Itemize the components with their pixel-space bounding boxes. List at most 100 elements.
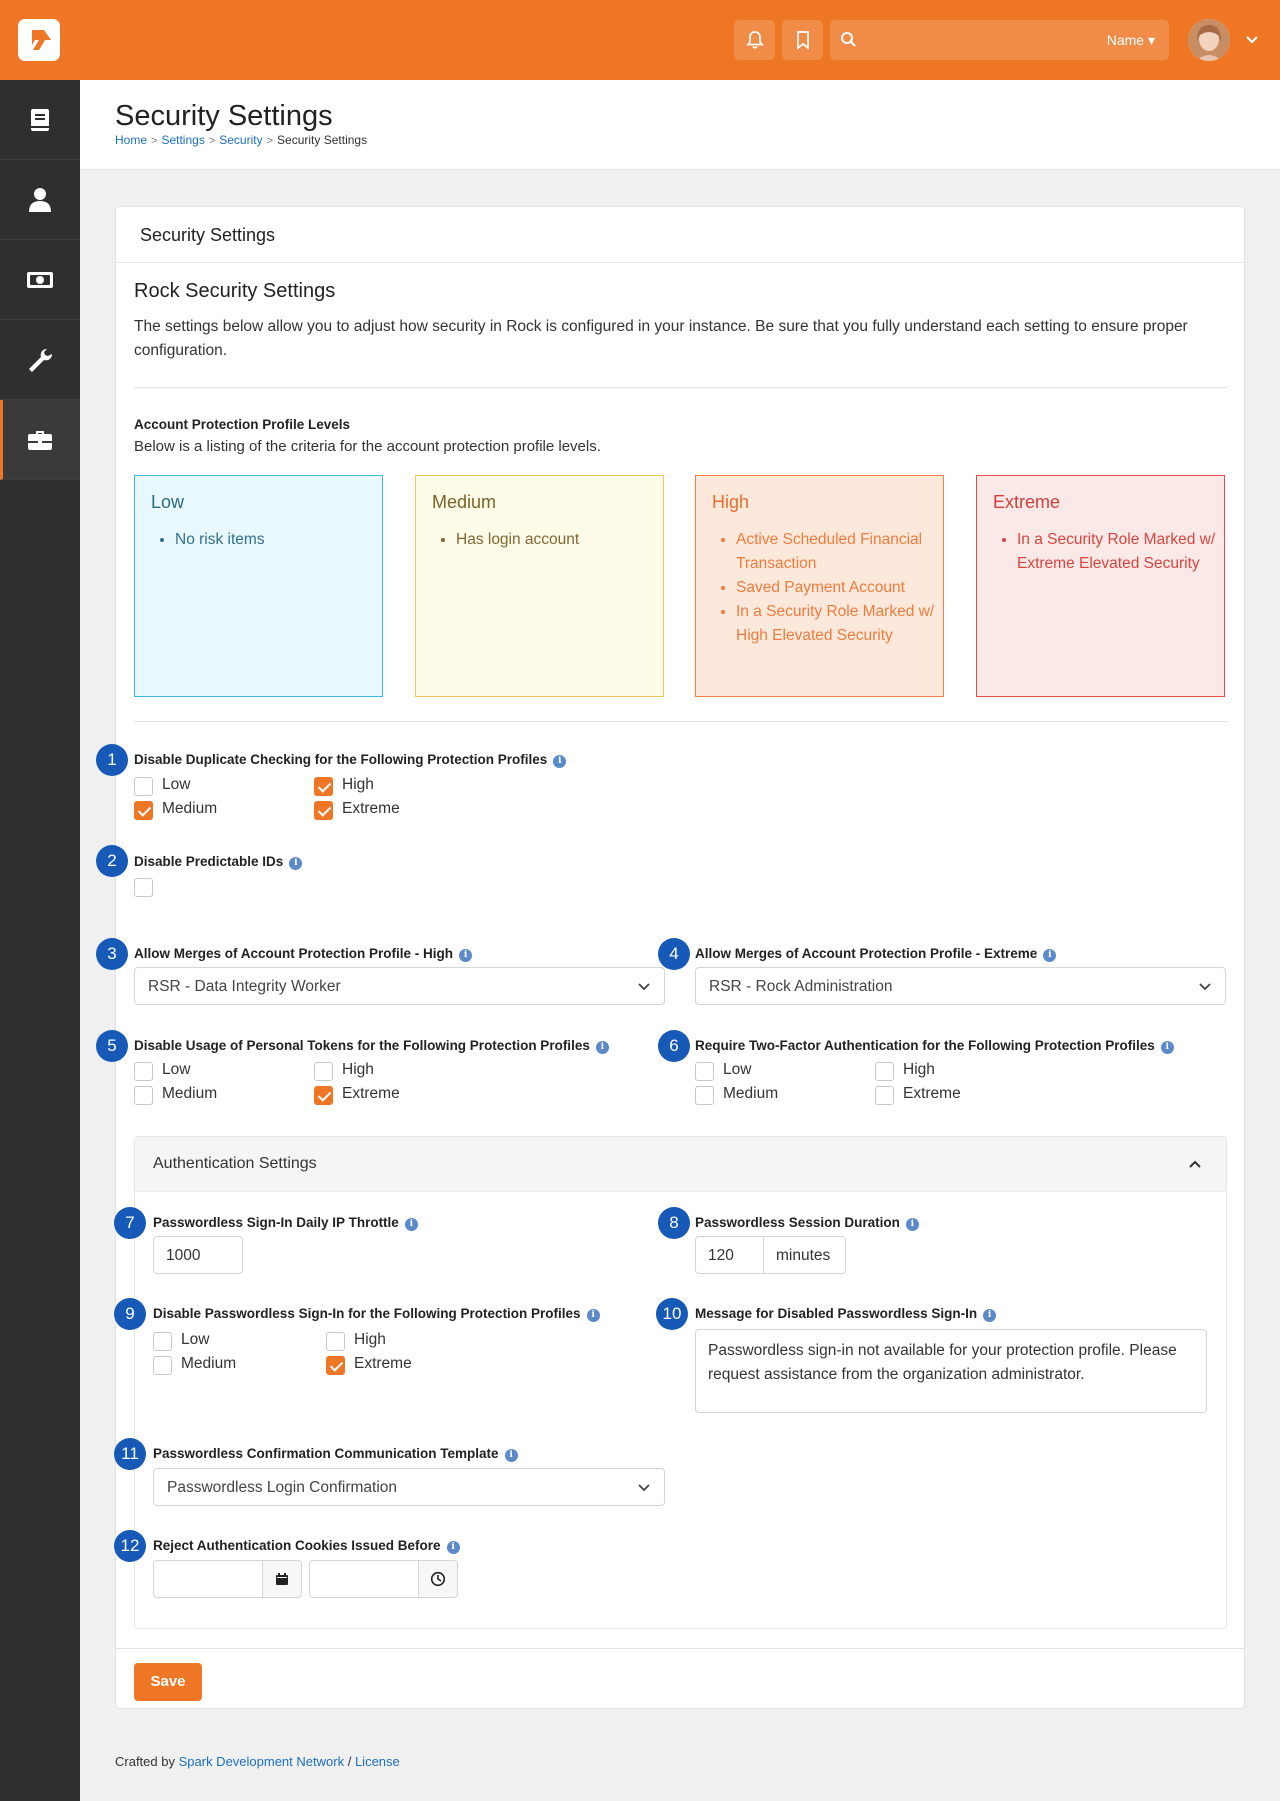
ip-throttle-label: Passwordless Sign-In Daily IP Throttle i (153, 1215, 418, 1231)
checkbox-box[interactable] (875, 1062, 894, 1081)
money-icon (27, 272, 53, 288)
info-icon[interactable]: i (905, 1218, 919, 1231)
tokens-label: Disable Usage of Personal Tokens for the… (134, 1038, 609, 1054)
tokens-label-text: Disable Usage of Personal Tokens for the… (134, 1038, 590, 1053)
checkbox-box[interactable] (314, 801, 333, 820)
checkbox-box[interactable] (326, 1356, 345, 1375)
time-picker-button[interactable] (418, 1560, 458, 1598)
profile-card-low: Low No risk items (134, 475, 383, 697)
two-factor-label: Require Two-Factor Authentication for th… (695, 1038, 1174, 1054)
merge-extreme-select[interactable]: RSR - Rock Administration (695, 967, 1226, 1005)
profile-title-extreme: Extreme (993, 492, 1061, 512)
info-icon[interactable]: i (586, 1309, 600, 1322)
save-button[interactable]: Save (134, 1663, 202, 1701)
authentication-settings-header[interactable]: Authentication Settings (135, 1137, 1226, 1192)
checkbox-box[interactable] (314, 1062, 333, 1081)
page-header: Security Settings Home > Settings > Security… (80, 80, 1280, 170)
sidebar-item-tools[interactable] (0, 320, 80, 400)
sidebar-item-people[interactable] (0, 160, 80, 240)
book-icon (31, 109, 49, 131)
profile-card-medium: Medium Has login account (415, 475, 664, 697)
checkbox-box[interactable] (695, 1086, 714, 1105)
confirmation-template-select[interactable]: Passwordless Login Confirmation (153, 1468, 665, 1506)
session-duration-label: Passwordless Session Duration i (695, 1215, 919, 1231)
bookmarks-button[interactable] (782, 20, 823, 60)
list-item: In a Security Role Marked w/ Extreme Ele… (1017, 528, 1224, 576)
predictable-ids-label: Disable Predictable IDs i (134, 854, 303, 870)
checkbox-box[interactable] (134, 777, 153, 796)
checkbox-box[interactable] (134, 801, 153, 820)
authentication-settings-title: Authentication Settings (153, 1155, 317, 1172)
select-value: RSR - Data Integrity Worker (148, 978, 341, 995)
sidebar-item-content[interactable] (0, 80, 80, 160)
breadcrumb-settings[interactable]: Settings (161, 133, 204, 147)
checkbox-box[interactable] (153, 1356, 172, 1375)
chevron-down-icon[interactable] (1244, 32, 1260, 48)
select-value: RSR - Rock Administration (709, 978, 893, 995)
checkbox-box[interactable] (153, 1332, 172, 1351)
footer: Crafted by Spark Development Network / L… (115, 1754, 400, 1769)
checkbox-label: Medium (723, 1085, 779, 1102)
checkbox-box[interactable] (875, 1086, 894, 1105)
profile-card-extreme: Extreme In a Security Role Marked w/ Ext… (976, 475, 1225, 697)
info-icon[interactable]: i (595, 1041, 609, 1054)
checkbox-box[interactable] (134, 878, 153, 897)
avatar[interactable] (1188, 19, 1230, 61)
checkbox-box[interactable] (134, 1062, 153, 1081)
merge-high-select[interactable]: RSR - Data Integrity Worker (134, 967, 665, 1005)
checkbox-box[interactable] (314, 1086, 333, 1105)
wrench-icon (29, 348, 53, 372)
callout-badge-1: 1 (96, 744, 128, 776)
merge-extreme-label: Allow Merges of Account Protection Profi… (695, 946, 1057, 962)
checkbox-label: Extreme (354, 1355, 412, 1372)
session-duration-input[interactable]: 120 (695, 1236, 764, 1274)
info-icon[interactable]: i (1043, 949, 1057, 962)
search-input[interactable] (868, 26, 1068, 54)
footer-org-link[interactable]: Spark Development Network (179, 1754, 344, 1769)
dup-check-label: Disable Duplicate Checking for the Follo… (134, 752, 567, 768)
two-factor-label-text: Require Two-Factor Authentication for th… (695, 1038, 1155, 1053)
info-icon[interactable]: i (459, 949, 473, 962)
breadcrumb-security[interactable]: Security (219, 133, 262, 147)
checkbox-box[interactable] (314, 777, 333, 796)
checkbox-label: Extreme (342, 1085, 400, 1102)
top-bar: Name ▾ (0, 0, 1280, 80)
info-icon[interactable]: i (553, 755, 567, 768)
profile-card-high: High Active Scheduled Financial Transact… (695, 475, 944, 697)
callout-badge-11: 11 (114, 1438, 146, 1470)
info-icon[interactable]: i (446, 1541, 460, 1554)
footer-license-link[interactable]: License (355, 1754, 400, 1769)
breadcrumb-home[interactable]: Home (115, 133, 147, 147)
notifications-button[interactable] (734, 20, 775, 60)
reject-cookies-date-input[interactable] (153, 1560, 263, 1598)
page-title: Security Settings (115, 100, 333, 132)
info-icon[interactable]: i (504, 1449, 518, 1462)
disabled-message-textarea[interactable]: Passwordless sign-in not available for y… (695, 1329, 1207, 1413)
search-scope-dropdown[interactable]: Name ▾ (1107, 32, 1155, 49)
sidebar-item-finance[interactable] (0, 240, 80, 320)
footer-separator: / (347, 1754, 352, 1769)
input-value: 1000 (166, 1247, 201, 1264)
checkbox-label: Low (723, 1061, 752, 1078)
ip-throttle-input[interactable]: 1000 (153, 1236, 243, 1274)
info-icon[interactable]: i (983, 1309, 997, 1322)
reject-cookies-time-input[interactable] (309, 1560, 419, 1598)
checkbox-box[interactable] (134, 1086, 153, 1105)
info-icon[interactable]: i (289, 857, 303, 870)
info-icon[interactable]: i (404, 1218, 418, 1231)
chevron-down-icon (1199, 983, 1211, 991)
divider (134, 721, 1227, 722)
checkbox-label: Medium (162, 800, 218, 817)
rock-logo[interactable] (18, 19, 60, 61)
profile-items-medium: Has login account (432, 528, 579, 552)
sidebar-item-admin[interactable] (0, 400, 80, 480)
callout-badge-5: 5 (96, 1030, 128, 1062)
checkbox-box[interactable] (695, 1062, 714, 1081)
breadcrumb-current: Security Settings (277, 133, 368, 147)
predictable-ids-label-text: Disable Predictable IDs (134, 854, 284, 869)
checkbox-box[interactable] (326, 1332, 345, 1351)
info-icon[interactable]: i (1160, 1041, 1174, 1054)
chevron-up-icon[interactable] (1188, 1159, 1202, 1169)
date-picker-button[interactable] (262, 1560, 302, 1598)
callout-badge-4: 4 (658, 938, 690, 970)
